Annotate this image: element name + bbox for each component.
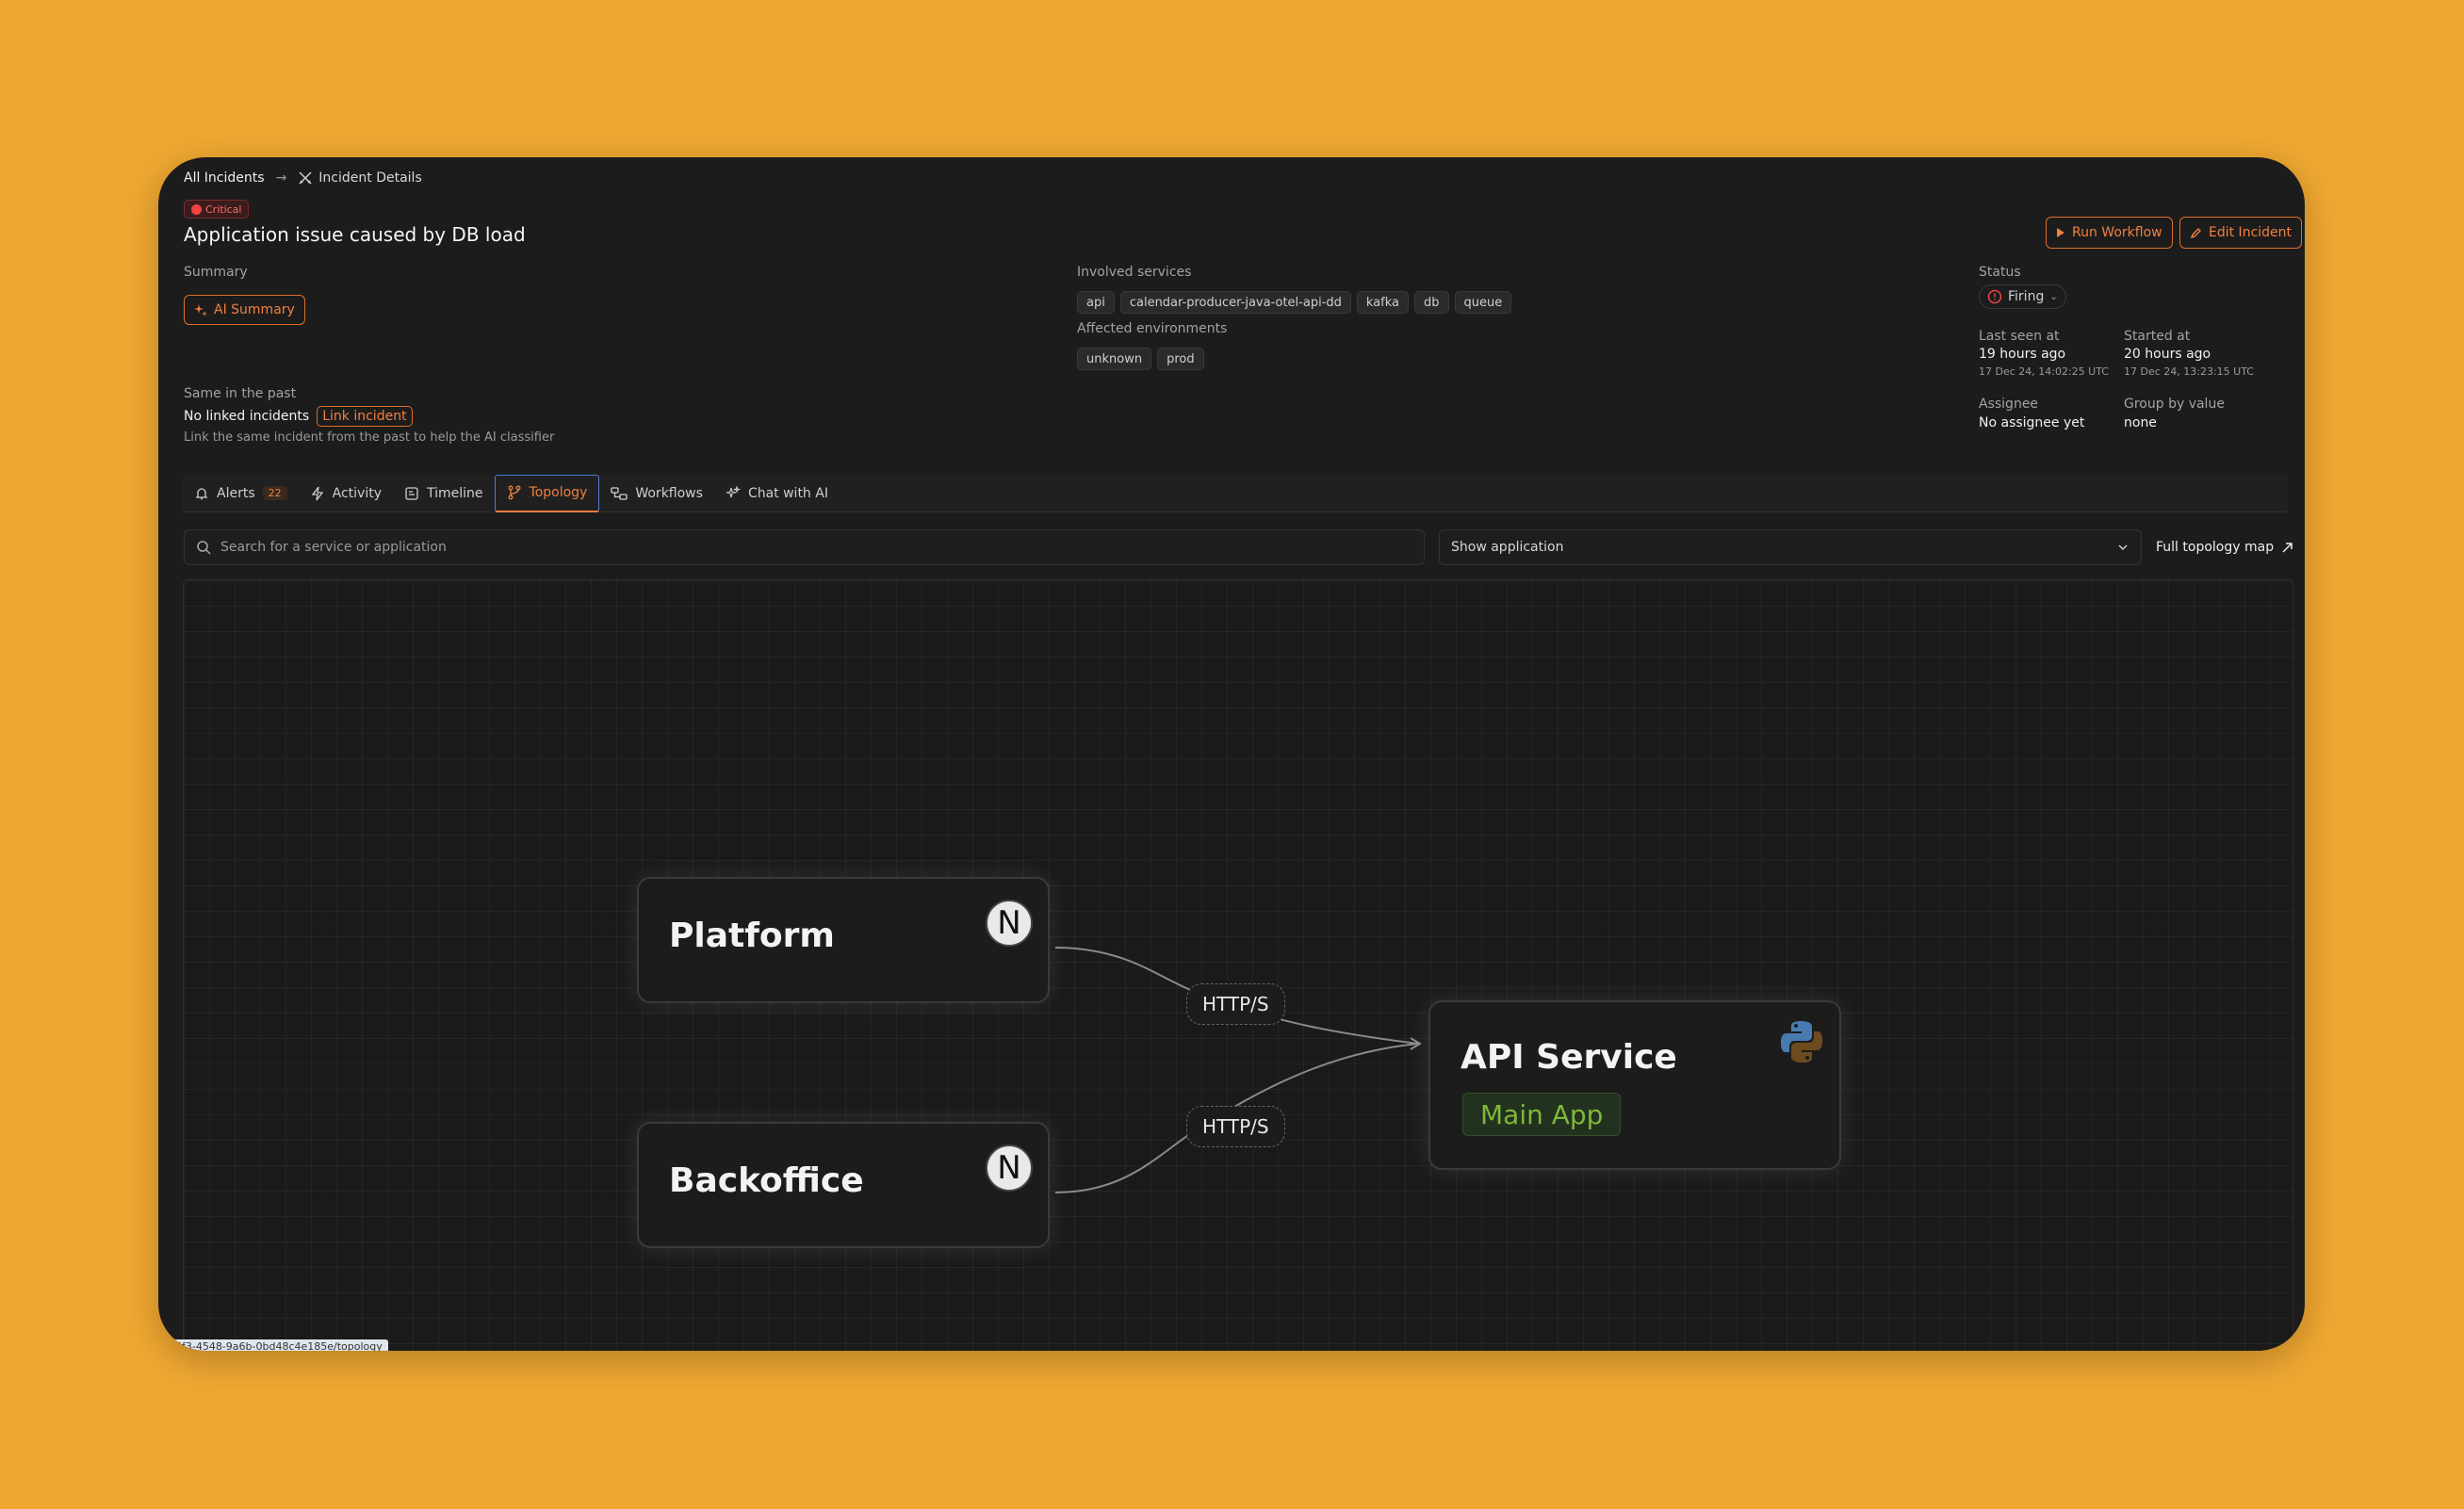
breadcrumb-all-incidents[interactable]: All Incidents: [184, 170, 265, 186]
assignee-label: Assignee: [1979, 397, 2039, 412]
timeline-icon: [405, 486, 418, 500]
group-by-label: Group by value: [2124, 397, 2225, 412]
node-backoffice[interactable]: Backoffice N: [637, 1122, 1050, 1248]
service-tag[interactable]: kafka: [1356, 291, 1409, 314]
breadcrumb-current: Incident Details: [298, 170, 422, 186]
workflow-icon: [611, 486, 628, 500]
node-api-service[interactable]: API Service Main App: [1428, 1000, 1841, 1170]
last-seen-exact: 17 Dec 24, 14:02:25 UTC: [1979, 365, 2109, 378]
service-tag[interactable]: queue: [1454, 291, 1512, 314]
node-platform[interactable]: Platform N: [637, 877, 1050, 1003]
environment-tags: unknown prod: [1077, 348, 1204, 370]
search-input[interactable]: [220, 540, 1351, 555]
tab-activity[interactable]: Activity: [299, 475, 393, 512]
environment-tag[interactable]: prod: [1157, 348, 1204, 370]
application-badge[interactable]: Main App: [1462, 1093, 1622, 1136]
breadcrumb: All Incidents → Incident Details: [184, 167, 422, 189]
edit-incident-button[interactable]: Edit Incident: [2179, 217, 2303, 249]
topology-canvas[interactable]: Platform N Backoffice N HTTP/S HTTP/S AP…: [183, 579, 2293, 1351]
incident-title: Application issue caused by DB load: [184, 223, 526, 246]
started-exact: 17 Dec 24, 13:23:15 UTC: [2124, 365, 2254, 378]
link-hint: Link the same incident from the past to …: [184, 430, 555, 445]
last-seen-value: 19 hours ago: [1979, 347, 2066, 362]
play-icon: [2057, 228, 2064, 237]
run-workflow-button[interactable]: Run Workflow: [2046, 217, 2173, 249]
environment-tag[interactable]: unknown: [1077, 348, 1152, 370]
chevron-down-icon: [2118, 544, 2128, 551]
services-tags: api calendar-producer-java-otel-api-dd k…: [1077, 291, 1512, 314]
tab-alerts[interactable]: Alerts 22: [183, 475, 299, 512]
sparkles-icon: [726, 485, 741, 497]
node-title: Platform: [669, 917, 835, 955]
tab-timeline[interactable]: Timeline: [393, 475, 495, 512]
alerts-count-badge: 22: [262, 486, 287, 500]
full-topology-map-link[interactable]: Full topology map: [2156, 529, 2293, 565]
node-title: Backoffice: [669, 1161, 864, 1200]
same-in-past-label: Same in the past: [184, 386, 297, 401]
tab-chat-with-ai[interactable]: Chat with AI: [714, 475, 840, 512]
ai-summary-button[interactable]: AI Summary: [184, 295, 305, 325]
status-label: Status: [1979, 265, 2021, 280]
external-link-icon: [2282, 542, 2293, 553]
search-icon: [197, 541, 211, 555]
nextjs-logo-icon: N: [986, 900, 1033, 947]
incident-window: All Incidents → Incident Details Critica…: [158, 157, 2305, 1351]
swords-icon: [299, 171, 312, 185]
tab-workflows[interactable]: Workflows: [599, 475, 714, 512]
critical-dot-icon: [191, 203, 202, 215]
alert-circle-icon: [1987, 289, 2002, 304]
last-seen-label: Last seen at: [1979, 329, 2060, 344]
arrow-right-icon: →: [275, 170, 287, 186]
lightning-icon: [311, 486, 323, 500]
topology-icon: [508, 485, 520, 500]
severity-badge: Critical: [184, 200, 250, 219]
started-label: Started at: [2124, 329, 2191, 344]
edge-label-https: HTTP/S: [1186, 1106, 1285, 1147]
status-dropdown[interactable]: Firing ⌄: [1979, 284, 2066, 309]
involved-services-label: Involved services: [1077, 265, 1192, 280]
summary-label: Summary: [184, 265, 248, 280]
affected-environments-label: Affected environments: [1077, 321, 1228, 336]
group-by-value: none: [2124, 415, 2157, 430]
incident-tabs: Alerts 22 Activity Timeline Topology Wor…: [183, 474, 2288, 512]
service-tag[interactable]: calendar-producer-java-otel-api-dd: [1119, 291, 1351, 314]
link-incident-button[interactable]: Link incident: [317, 406, 413, 427]
topology-search: [184, 529, 1425, 565]
nextjs-logo-icon: N: [986, 1144, 1033, 1192]
application-select[interactable]: Show application: [1439, 529, 2142, 565]
python-logo-icon: [1781, 1021, 1822, 1063]
pencil-icon: [2190, 227, 2201, 238]
sparkles-icon: [194, 304, 207, 316]
assignee-value[interactable]: No assignee yet: [1979, 415, 2084, 430]
no-linked-incidents: No linked incidents: [184, 409, 310, 424]
service-tag[interactable]: db: [1414, 291, 1449, 314]
started-value: 20 hours ago: [2124, 347, 2211, 362]
service-tag[interactable]: api: [1077, 291, 1115, 314]
topology-edges: [1054, 947, 1422, 1193]
edge-label-https: HTTP/S: [1186, 983, 1285, 1025]
node-title: API Service: [1460, 1038, 1677, 1077]
bell-icon: [195, 487, 208, 499]
status-bar-url: 5f3-4548-9a6b-0bd48c4e185e/topology: [170, 1339, 388, 1351]
tab-topology[interactable]: Topology: [494, 474, 600, 512]
chevron-down-icon: ⌄: [2049, 291, 2058, 302]
linked-incidents-row: No linked incidents Link incident: [184, 406, 413, 427]
